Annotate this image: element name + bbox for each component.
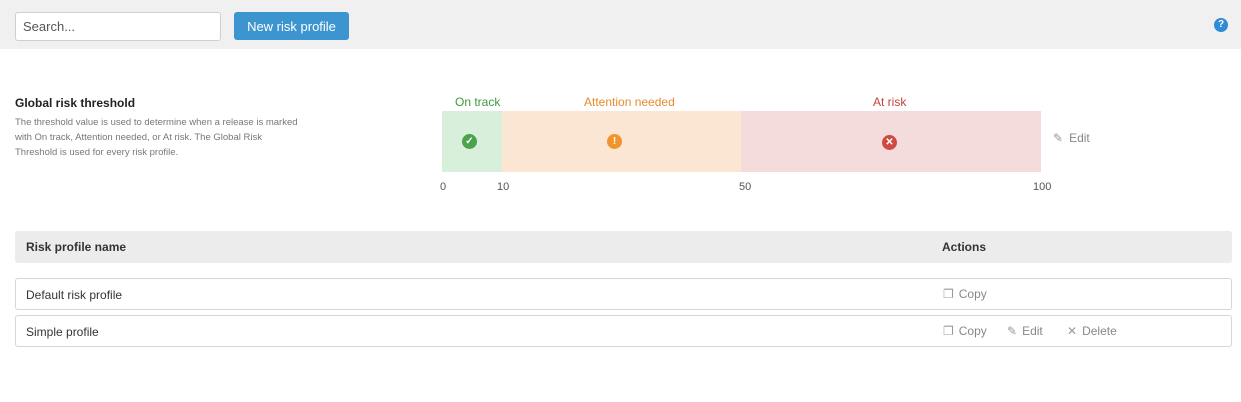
copy-icon: ❐ xyxy=(943,324,954,338)
profile-name: Simple profile xyxy=(26,325,99,339)
column-header-name: Risk profile name xyxy=(26,240,127,254)
close-icon: ✕ xyxy=(1067,324,1078,338)
copy-button[interactable]: ❐ Copy xyxy=(943,287,987,301)
threshold-edit-button[interactable]: ✎ Edit xyxy=(1053,131,1090,145)
delete-label: Delete xyxy=(1082,324,1117,338)
top-toolbar: New risk profile ? xyxy=(0,0,1241,49)
threshold-description: The threshold value is used to determine… xyxy=(15,117,298,158)
zone-label-attention-needed: Attention needed xyxy=(584,95,675,109)
column-header-actions: Actions xyxy=(942,240,987,254)
tick-label: 50 xyxy=(739,181,752,193)
tick-label: 10 xyxy=(497,181,510,193)
copy-button[interactable]: ❐ Copy xyxy=(943,324,987,338)
new-risk-profile-button[interactable]: New risk profile xyxy=(234,12,349,40)
zone-label-on-track: On track xyxy=(455,95,501,109)
edit-label: Edit xyxy=(1022,324,1043,338)
threshold-edit-label: Edit xyxy=(1069,131,1090,145)
tick-label: 0 xyxy=(440,181,447,193)
pencil-icon: ✎ xyxy=(1007,324,1018,338)
copy-icon: ❐ xyxy=(943,287,954,301)
pencil-icon: ✎ xyxy=(1053,131,1064,145)
copy-label: Copy xyxy=(958,324,987,338)
table-header: Risk profile name Actions xyxy=(15,231,1232,263)
zone-label-at-risk: At risk xyxy=(873,95,907,109)
table-row: Simple profile ❐ Copy ✎ Edit ✕ Delete xyxy=(15,315,1232,347)
exclamation-circle-icon: ! xyxy=(607,134,622,149)
tick-label: 100 xyxy=(1033,181,1052,193)
search-input[interactable] xyxy=(15,12,221,41)
profile-name: Default risk profile xyxy=(26,288,123,302)
edit-button[interactable]: ✎ Edit xyxy=(1007,324,1043,338)
threshold-title: Global risk threshold xyxy=(15,96,136,110)
check-circle-icon: ✓ xyxy=(462,134,477,149)
delete-button[interactable]: ✕ Delete xyxy=(1067,324,1117,338)
help-icon[interactable]: ? xyxy=(1214,18,1228,32)
table-row: Default risk profile ❐ Copy xyxy=(15,278,1232,310)
x-circle-icon: ✕ xyxy=(882,135,897,150)
copy-label: Copy xyxy=(958,287,987,301)
